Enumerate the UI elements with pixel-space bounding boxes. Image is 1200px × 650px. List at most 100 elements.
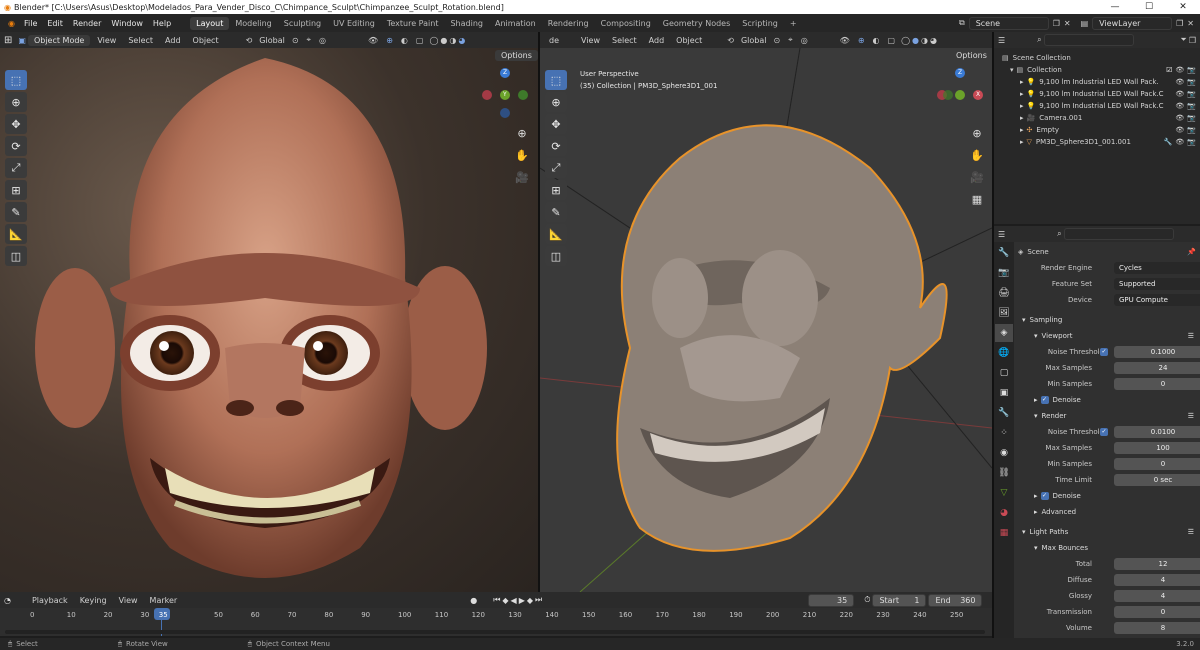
proportional-icon[interactable]: ◎ [319, 36, 326, 45]
measure-tool-icon-2[interactable]: 📐 [545, 224, 567, 244]
list-icon[interactable]: ☰ [1188, 412, 1194, 420]
eye-icon[interactable]: 👁 [1175, 138, 1184, 146]
outliner-item[interactable]: ▸ ▽ PM3D_Sphere3D1_001.001 🔧 👁 📷 [1002, 136, 1196, 148]
overlay-toggle-icon-2[interactable]: ◐ [873, 36, 880, 45]
new-scene-icon[interactable]: ❐ [1053, 19, 1060, 28]
xray-icon[interactable]: ▢ [416, 36, 424, 45]
jump-start-icon[interactable]: ⏮ [493, 595, 500, 605]
delete-viewlayer-icon[interactable]: ✕ [1187, 19, 1194, 28]
tab-compositing[interactable]: Compositing [595, 17, 657, 30]
menu-file[interactable]: File [19, 19, 42, 28]
camera-render-icon[interactable]: 📷 [1187, 90, 1196, 98]
proportional-icon-2[interactable]: ◎ [801, 36, 808, 45]
eye-icon[interactable]: 👁 [1175, 78, 1184, 86]
annotate-tool-icon-2[interactable]: ✎ [545, 202, 567, 222]
list-icon[interactable]: ☰ [1188, 332, 1194, 340]
zoom-icon[interactable]: ⊕ [513, 124, 531, 142]
right-viewport[interactable]: ⬚ ⊕ ✥ ⟳ ⤢ ⊞ ✎ 📐 ◫ User Perspective (35) … [540, 48, 992, 592]
jump-end-icon[interactable]: ⏭ [535, 595, 542, 605]
filter-icon[interactable]: ⏷ [1180, 35, 1186, 45]
texture-tab-icon[interactable]: ▦ [995, 524, 1013, 542]
shading-rendered-icon[interactable]: ◕ [458, 36, 465, 45]
volume-bounces-field[interactable]: 8 [1114, 622, 1200, 634]
xray-icon-2[interactable]: ▢ [888, 36, 896, 45]
collection-tab-icon[interactable]: ▢ [995, 364, 1013, 382]
options-button[interactable]: Options [495, 50, 538, 61]
time-limit-field[interactable]: 0 sec [1114, 474, 1200, 486]
move-tool-icon[interactable]: ✥ [5, 114, 27, 134]
timeline-area[interactable]: 0 10 20 30 35 50 60 70 80 90 100 110 120 130 140 150 160… [0, 608, 992, 636]
pivot-icon[interactable]: ⊙ [292, 36, 299, 45]
glossy-bounces-field[interactable]: 4 [1114, 590, 1200, 602]
menu-object-2[interactable]: Object [671, 35, 707, 46]
camera-render-icon[interactable]: 📷 [1187, 102, 1196, 110]
outliner-collection[interactable]: ▾ ▤ Collection ☑ 👁 📷 [1002, 64, 1196, 76]
scale-tool-icon-2[interactable]: ⤢ [545, 158, 567, 178]
particles-tab-icon[interactable]: ⁘ [995, 424, 1013, 442]
outliner-item[interactable]: ▸ 💡 9,100 lm Industrial LED Wall Pack. 👁 📷 [1002, 76, 1196, 88]
tab-animation[interactable]: Animation [489, 17, 542, 30]
properties-search-icon[interactable]: ⌕ [1057, 229, 1061, 239]
editor-type-icon[interactable]: ⊞ [4, 35, 12, 46]
eye-icon[interactable]: 👁 [1175, 114, 1184, 122]
output-tab-icon[interactable]: 🖨 [995, 284, 1013, 302]
modifier-tab-icon[interactable]: 🔧 [995, 404, 1013, 422]
outliner-search-icon[interactable]: ⌕ [1037, 35, 1041, 45]
scale-tool-icon[interactable]: ⤢ [5, 158, 27, 178]
shading-material-icon[interactable]: ◑ [449, 36, 456, 45]
menu-edit[interactable]: Edit [42, 19, 68, 28]
eye-icon[interactable]: 👁 [1175, 102, 1184, 110]
camera-render-icon[interactable]: 📷 [1187, 126, 1196, 134]
outliner-item[interactable]: ▸ ✣ Empty 👁 📷 [1002, 124, 1196, 136]
vp-noise-checkbox[interactable]: ✓ [1100, 348, 1108, 356]
list-icon[interactable]: ☰ [1188, 528, 1194, 536]
tab-layout[interactable]: Layout [190, 16, 230, 30]
menu-object[interactable]: Object [188, 35, 224, 46]
play-reverse-icon[interactable]: ◀ [511, 596, 517, 605]
cursor-tool-icon[interactable]: ⊕ [5, 92, 27, 112]
tab-modeling[interactable]: Modeling [229, 17, 277, 30]
tab-rendering[interactable]: Rendering [542, 17, 595, 30]
outliner-scene-collection[interactable]: ▤ Scene Collection [1002, 52, 1196, 64]
pan-hand-icon-2[interactable]: ✋ [968, 146, 986, 164]
tab-texture-paint[interactable]: Texture Paint [381, 17, 445, 30]
measure-tool-icon[interactable]: 📐 [5, 224, 27, 244]
annotate-tool-icon[interactable]: ✎ [5, 202, 27, 222]
camera-view-icon[interactable]: 🎥 [513, 168, 531, 186]
snap-icon-2[interactable]: ⌖ [788, 35, 793, 45]
shading-material-icon-2[interactable]: ◑ [921, 36, 928, 45]
r-max-samples-field[interactable]: 100 [1114, 442, 1200, 454]
shading-wire-icon[interactable]: ◯ [429, 36, 438, 45]
pin-icon[interactable]: 📌 [1187, 248, 1196, 256]
denoise-checkbox[interactable]: ✓ [1040, 396, 1049, 404]
snap-icon[interactable]: ⌖ [307, 35, 312, 45]
menu-keying[interactable]: Keying [75, 595, 112, 606]
menu-view-2[interactable]: View [576, 35, 605, 46]
data-tab-icon[interactable]: ▽ [995, 484, 1013, 502]
select-tool-icon-2[interactable]: ⬚ [545, 70, 567, 90]
end-frame-field[interactable]: End 360 [928, 593, 983, 607]
eye-icon[interactable]: 👁 [1175, 66, 1184, 74]
rotate-tool-icon-2[interactable]: ⟳ [545, 136, 567, 156]
outliner-editor-icon[interactable]: ☰ [998, 36, 1005, 45]
outliner-search-input[interactable] [1043, 34, 1134, 46]
render-tab-icon[interactable]: 📷 [995, 264, 1013, 282]
tab-geometry-nodes[interactable]: Geometry Nodes [657, 17, 736, 30]
max-bounces-subpanel-header[interactable]: ▾ Max Bounces [1014, 540, 1200, 556]
denoise-subpanel-header[interactable]: ▸ ✓ Denoise [1014, 392, 1200, 408]
transform-tool-icon[interactable]: ⊞ [5, 180, 27, 200]
shading-solid-icon-2[interactable]: ● [912, 36, 919, 45]
viewport-subpanel-header[interactable]: ▾ Viewport ☰ [1014, 328, 1200, 344]
timeline-scrollbar[interactable] [5, 630, 985, 634]
orientation-dropdown[interactable]: Global [254, 35, 290, 46]
tab-shading[interactable]: Shading [444, 17, 489, 30]
viewlayer-selector[interactable]: ViewLayer [1092, 16, 1173, 30]
properties-editor-icon[interactable]: ☰ [998, 230, 1005, 239]
vp-noise-threshold-field[interactable]: 0.1000 [1114, 346, 1200, 358]
navigation-gizmo-2[interactable]: Z X [935, 68, 985, 118]
vp-min-samples-field[interactable]: 0 [1114, 378, 1200, 390]
new-viewlayer-icon[interactable]: ❐ [1176, 19, 1183, 28]
material-tab-icon[interactable]: ◕ [995, 504, 1013, 522]
select-box-icon[interactable]: ▣ [18, 36, 26, 45]
object-tab-icon[interactable]: ▣ [995, 384, 1013, 402]
